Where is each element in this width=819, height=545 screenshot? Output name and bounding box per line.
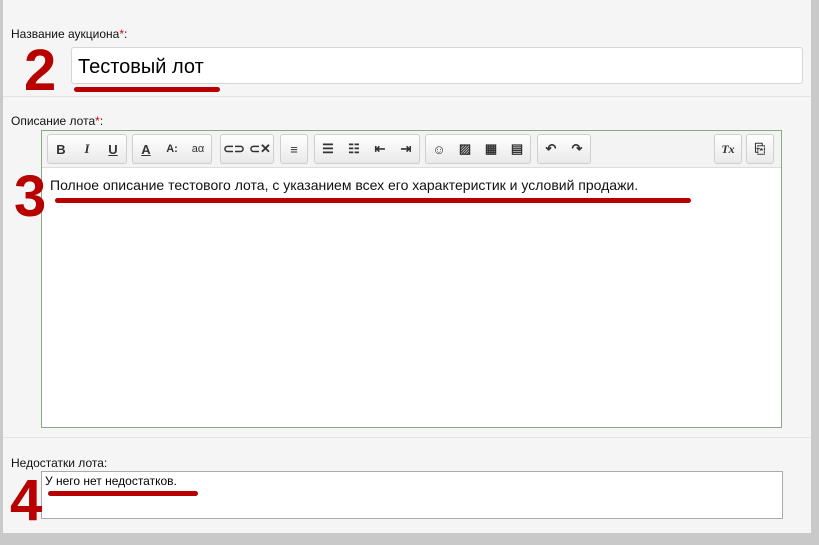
history-group: ↶ ↷: [537, 134, 591, 164]
insert-group: ☺ ▨ ▦ ▤: [425, 134, 531, 164]
clear-group: Tx: [714, 134, 742, 164]
undo-icon[interactable]: ↶: [538, 136, 564, 162]
numbered-list-icon[interactable]: ☷: [341, 136, 367, 162]
description-content[interactable]: Полное описание тестового лота, с указан…: [42, 168, 781, 202]
unlink-icon[interactable]: ⊂✕: [247, 136, 273, 162]
media-icon[interactable]: ▦: [478, 136, 504, 162]
font-group: A A: aα: [132, 134, 212, 164]
highlight-underline: [55, 198, 691, 203]
divider: [3, 437, 811, 438]
remove-format-button[interactable]: Tx: [715, 136, 741, 162]
redo-icon[interactable]: ↷: [564, 136, 590, 162]
highlight-underline: [48, 491, 198, 496]
subscript-button[interactable]: aα: [185, 136, 211, 162]
align-group: ≡: [280, 134, 308, 164]
description-label: Описание лота*:: [11, 114, 104, 128]
image-icon[interactable]: ▨: [452, 136, 478, 162]
font-size-button[interactable]: A:: [159, 136, 185, 162]
link-icon[interactable]: ⊂⊃: [221, 136, 247, 162]
description-editor[interactable]: B I U A A: aα ⊂⊃ ⊂✕ ≡ ☰ ☷ ⇤ ⇥ ☺ ▨ ▦ ▤ ↶ …: [41, 130, 782, 428]
editor-toolbar: B I U A A: aα ⊂⊃ ⊂✕ ≡ ☰ ☷ ⇤ ⇥ ☺ ▨ ▦ ▤ ↶ …: [42, 131, 781, 168]
link-group: ⊂⊃ ⊂✕: [220, 134, 274, 164]
indent-icon[interactable]: ⇥: [393, 136, 419, 162]
step-number-3: 3: [14, 164, 47, 229]
auction-name-input[interactable]: Тестовый лот: [71, 47, 803, 84]
template-icon[interactable]: ▤: [504, 136, 530, 162]
text-color-button[interactable]: A: [133, 136, 159, 162]
bullet-list-icon[interactable]: ☰: [315, 136, 341, 162]
step-number-2: 2: [24, 38, 57, 103]
outdent-icon[interactable]: ⇤: [367, 136, 393, 162]
divider: [3, 96, 811, 97]
underline-button[interactable]: U: [100, 136, 126, 162]
step-number-4: 4: [10, 468, 43, 533]
format-group: B I U: [47, 134, 127, 164]
source-group: ⎘: [746, 134, 774, 164]
source-icon[interactable]: ⎘: [747, 136, 773, 162]
bold-button[interactable]: B: [48, 136, 74, 162]
highlight-underline: [74, 87, 220, 92]
italic-button[interactable]: I: [74, 136, 100, 162]
align-left-icon[interactable]: ≡: [281, 136, 307, 162]
list-group: ☰ ☷ ⇤ ⇥: [314, 134, 420, 164]
smiley-icon[interactable]: ☺: [426, 136, 452, 162]
